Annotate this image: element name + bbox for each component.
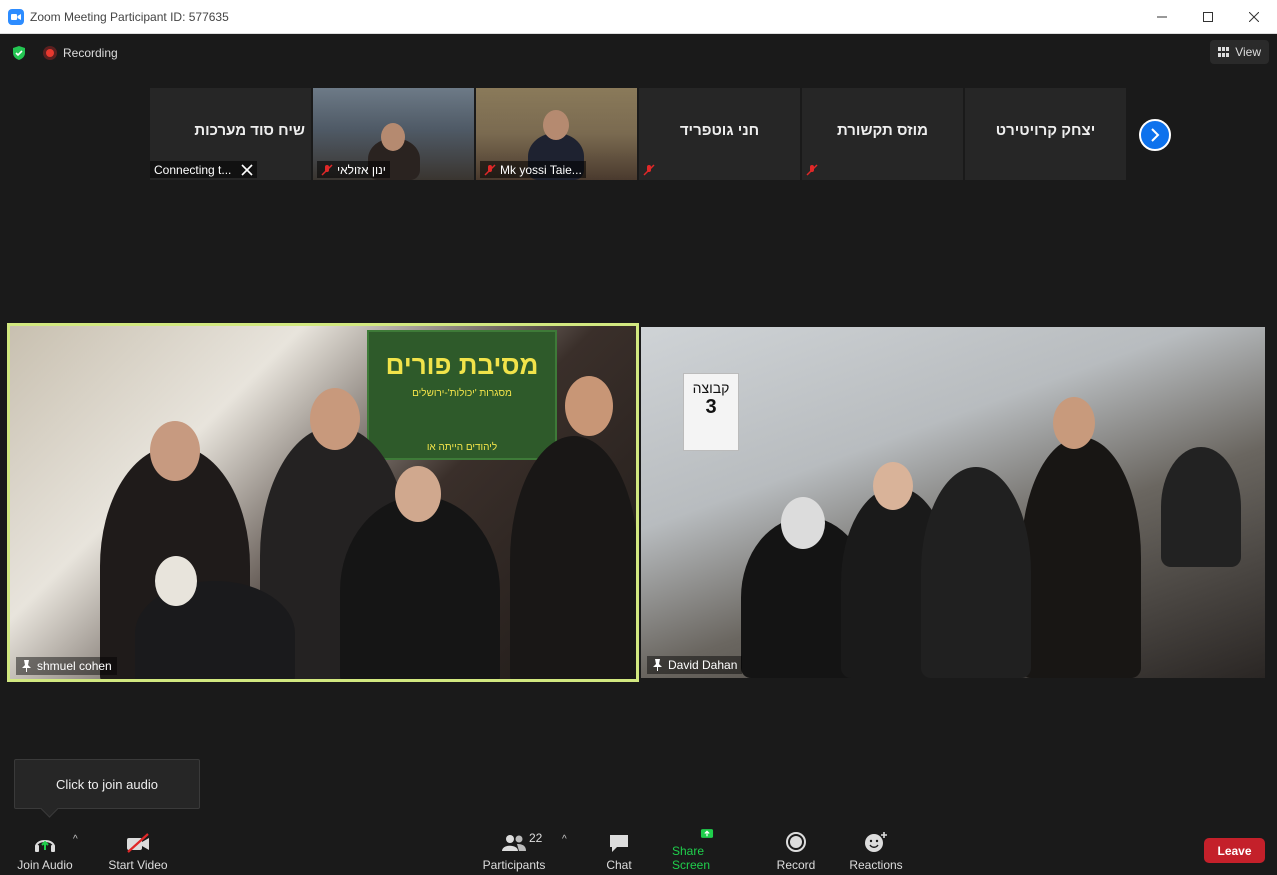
mic-muted-icon (484, 163, 496, 176)
participant-head (543, 110, 569, 140)
pin-icon (653, 659, 662, 671)
participant-thumbnail[interactable]: שיח סוד מערכות Connecting t... (150, 88, 311, 180)
participant-name: שיח סוד מערכות (194, 122, 305, 139)
recording-indicator[interactable]: Recording (43, 46, 118, 60)
share-screen-icon (700, 829, 714, 838)
view-button[interactable]: View (1210, 40, 1269, 64)
audio-options-caret-icon[interactable]: ^ (73, 834, 78, 845)
pin-icon (22, 660, 31, 672)
view-label: View (1235, 45, 1261, 59)
mic-muted-icon (806, 164, 818, 176)
meeting-toolbar: Join Audio ^ Start Video Participants 22… (0, 820, 1277, 875)
close-icon (1249, 12, 1259, 22)
next-page-button[interactable] (1139, 119, 1171, 151)
reactions-button[interactable]: Reactions (849, 828, 903, 872)
person-head (781, 497, 825, 549)
maximize-button[interactable] (1185, 0, 1231, 34)
security-shield-icon[interactable] (11, 45, 27, 61)
banner-subtitle: מסגרות 'יכולות'-ירושלים (412, 388, 512, 399)
join-audio-tooltip: Click to join audio (14, 759, 200, 809)
video-off-icon (127, 833, 149, 853)
close-window-button[interactable] (1231, 0, 1277, 34)
chat-button[interactable]: Chat (604, 828, 634, 872)
record-icon (786, 832, 806, 852)
participant-thumbnail[interactable]: יצחק קרויטירט (965, 88, 1126, 180)
event-banner: מסיבת פורים מסגרות 'יכולות'-ירושלים ליהו… (367, 330, 557, 460)
person-head (310, 388, 360, 450)
headphones-icon (35, 840, 55, 852)
mic-muted-icon (321, 163, 333, 176)
participant-name: יצחק קרויטירט (995, 122, 1096, 139)
close-icon[interactable] (241, 163, 253, 176)
person-head (1053, 397, 1095, 449)
minimize-button[interactable] (1139, 0, 1185, 34)
person-figure (1161, 447, 1241, 567)
participant-thumbnail[interactable]: מוזס תקשורת (802, 88, 963, 180)
tile-name-label: shmuel cohen (16, 657, 117, 675)
person-figure (921, 467, 1031, 678)
leave-button[interactable]: Leave (1204, 838, 1265, 863)
participants-count: 22 (529, 831, 543, 845)
chat-icon (610, 835, 628, 852)
recording-label: Recording (63, 46, 118, 60)
person-figure (1021, 437, 1141, 678)
participant-name: מוזס תקשורת (836, 122, 929, 139)
connecting-label: Connecting t... (150, 161, 258, 178)
video-tile-active-speaker[interactable]: מסיבת פורים מסגרות 'יכולות'-ירושלים ליהו… (7, 323, 639, 682)
person-head (395, 466, 441, 522)
participant-name: חני גוטפריד (679, 122, 760, 139)
participants-options-caret-icon[interactable]: ^ (562, 834, 567, 845)
video-tile[interactable]: קבוצה 3 David Dahan (641, 327, 1265, 678)
group-sign: קבוצה 3 (683, 373, 739, 451)
person-figure (510, 436, 636, 679)
meeting-top-bar: Recording View (0, 34, 1277, 72)
join-audio-button[interactable]: Join Audio (16, 828, 74, 872)
person-figure (340, 496, 500, 679)
maximize-icon (1203, 12, 1213, 22)
window-title: Zoom Meeting Participant ID: 577635 (30, 9, 229, 24)
share-screen-button[interactable]: Share Screen (672, 828, 742, 872)
participant-video-thumbnail[interactable]: Mk yossi Taie... (476, 88, 637, 180)
record-button[interactable]: Record (777, 828, 815, 872)
participant-head (381, 123, 405, 151)
zoom-logo-icon (8, 8, 24, 25)
minimize-icon (1157, 16, 1167, 18)
title-bar: Zoom Meeting Participant ID: 577635 (0, 0, 1277, 34)
person-head (873, 462, 913, 510)
participant-label: Mk yossi Taie... (480, 161, 586, 178)
start-video-button[interactable]: Start Video (108, 828, 168, 872)
person-head (565, 376, 613, 436)
banner-footer: ליהודים הייתה או (426, 442, 498, 453)
tile-name-label: David Dahan (647, 656, 743, 674)
participant-label: ינון אזולאי (317, 161, 390, 178)
participant-thumbnail-strip: שיח סוד מערכות Connecting t... ינון אזול… (150, 88, 1126, 180)
mic-muted-icon (643, 164, 655, 176)
recording-dot-icon (43, 46, 57, 60)
grid-view-icon (1218, 47, 1230, 57)
person-head (155, 556, 197, 606)
person-head (150, 421, 200, 481)
participant-video-thumbnail[interactable]: ינון אזולאי (313, 88, 474, 180)
chevron-right-icon (1151, 128, 1160, 142)
participants-icon (502, 835, 526, 851)
banner-title: מסיבת פורים (385, 350, 539, 380)
reactions-smiley-icon (865, 832, 887, 852)
participant-thumbnail[interactable]: חני גוטפריד (639, 88, 800, 180)
